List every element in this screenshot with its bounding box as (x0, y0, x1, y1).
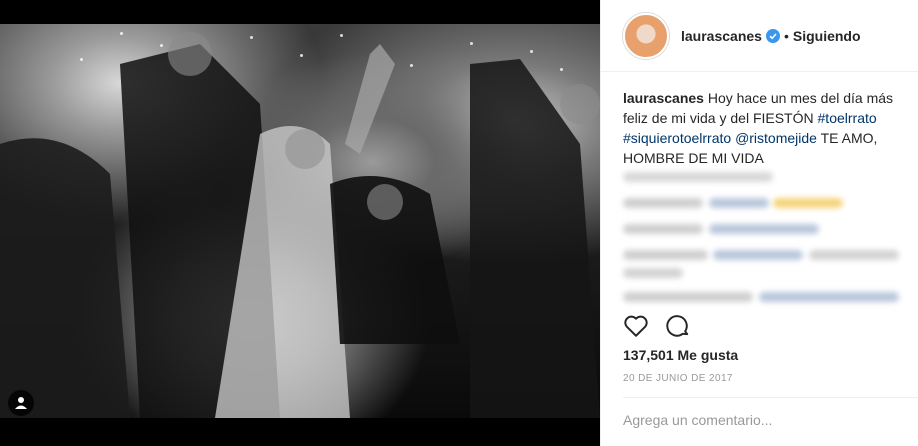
blurred-line (623, 198, 703, 208)
blurred-line (623, 268, 683, 278)
post-sidebar: laurascanes • Siguiendo laurascanes Hoy … (600, 0, 918, 446)
blurred-comments (623, 168, 905, 310)
wedding-dance-photo (0, 24, 600, 418)
blurred-line (759, 292, 899, 302)
verified-badge-icon (765, 28, 780, 43)
blurred-line (713, 250, 803, 260)
blurred-line (623, 292, 753, 302)
blurred-line (773, 198, 843, 208)
comment-button[interactable] (665, 313, 691, 339)
blurred-line (709, 198, 769, 208)
user-tag-icon[interactable] (8, 390, 34, 416)
separator-dot: • (783, 27, 789, 44)
divider (623, 397, 918, 398)
hashtag-link[interactable]: #siquierotoelrrato (623, 130, 731, 146)
mention-link[interactable]: @ristomejide (735, 130, 817, 146)
heart-icon (624, 315, 648, 337)
blurred-line (809, 250, 899, 260)
blurred-line (709, 224, 819, 234)
username-link[interactable]: laurascanes (681, 28, 762, 44)
blurred-line (623, 172, 773, 182)
add-comment-input[interactable] (623, 412, 903, 428)
blurred-line (623, 250, 708, 260)
like-button[interactable] (623, 313, 649, 339)
hashtag-link[interactable]: #toelrrato (818, 110, 877, 126)
avatar[interactable] (623, 12, 669, 59)
post-header: laurascanes • Siguiendo (601, 0, 918, 72)
post-actions (623, 313, 691, 339)
post-date[interactable]: 20 DE JUNIO DE 2017 (623, 373, 733, 384)
caption-username[interactable]: laurascanes (623, 90, 704, 106)
following-button[interactable]: Siguiendo (793, 28, 861, 44)
blurred-line (623, 224, 703, 234)
post-caption: laurascanes Hoy hace un mes del día más … (623, 88, 911, 168)
instagram-post: laurascanes • Siguiendo laurascanes Hoy … (0, 0, 918, 446)
bokeh-lights (0, 24, 600, 418)
comment-icon (666, 315, 689, 337)
likes-count[interactable]: 137,501 Me gusta (623, 347, 738, 363)
post-photo[interactable] (0, 0, 600, 446)
